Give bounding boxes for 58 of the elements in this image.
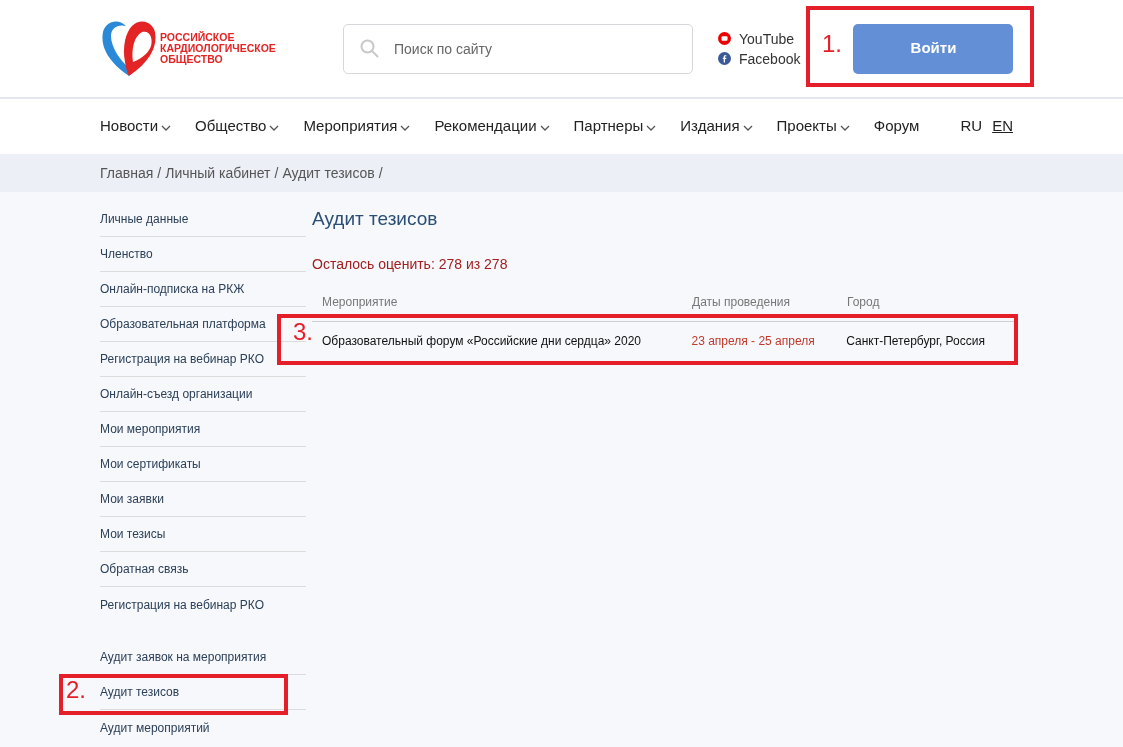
nav-item[interactable]: Мероприятия [303,115,411,138]
search-icon [360,38,379,58]
sidebar-item[interactable]: Личные данные [100,210,189,228]
social-link[interactable]: YouTube [718,29,801,48]
chevron-down-icon [839,125,850,131]
table-row[interactable]: Образовательный форум «Российские дни сердца» 2020 23 апреля - 25 апреля Санкт-Петербург, Россия [312,321,1016,362]
chevron-down-icon [646,125,657,131]
facebook-icon [718,52,731,65]
breadcrumb-separator: / [274,163,279,183]
sidebar-item[interactable]: Регистрация на вебинар РКО [100,350,264,368]
play-icon [718,32,731,45]
nav-item[interactable]: Общество [195,115,280,138]
nav-item[interactable]: Проекты [776,115,850,138]
sidebar-item[interactable]: Регистрация на вебинар РКО [100,595,264,614]
remaining-count: Осталось оценить: 278 из 278 [312,254,509,274]
nav-item[interactable]: Новости [100,115,172,138]
chevron-down-icon [400,125,411,131]
language-link[interactable]: RU [960,115,983,138]
breadcrumb-separator: / [378,163,383,183]
sidebar-item[interactable]: Аудит тезисов [100,683,180,701]
chevron-down-icon [269,125,280,131]
annotation-number: 3. [293,318,313,346]
nav-item[interactable]: Рекомендации [434,115,550,138]
sidebar-item[interactable]: Мои заявки [100,490,164,508]
breadcrumb-link[interactable]: Аудит тезисов [282,162,375,184]
sidebar-item[interactable]: Мои тезисы [100,525,166,543]
table-cell-text: Санкт-Петербург, Россия [846,333,986,350]
page-title: Аудит тезисов [312,207,439,231]
social-link[interactable]: Facebook [718,49,801,68]
chevron-down-icon [742,125,753,131]
sidebar-item[interactable]: Обратная связь [100,560,189,578]
sidebar-item[interactable]: Аудит заявок на мероприятия [100,648,267,666]
chevron-down-icon [539,125,550,131]
breadcrumb-separator: / [157,163,162,183]
table-cell-text: Образовательный форум «Российские дни сердца» 2020 [322,333,642,350]
sidebar-item[interactable]: Мои мероприятия [100,420,201,438]
annotation-number: 1. [822,30,842,58]
column-header: Даты проведения [692,293,791,311]
sidebar-item[interactable]: Членство [100,245,153,263]
column-header: Мероприятие [322,293,399,311]
nav-item[interactable]: Партнеры [573,115,657,138]
nav-item[interactable]: Форум [873,115,920,138]
sidebar-item[interactable]: Мои сертификаты [100,455,201,473]
breadcrumb-link[interactable]: Личный кабинет [165,162,271,184]
column-header: Город [847,293,881,311]
sidebar-item[interactable]: Онлайн-съезд организации [100,385,253,403]
annotation-number: 2. [66,676,86,704]
sidebar-item[interactable]: Образовательная платформа [100,315,266,333]
nav-item[interactable]: Издания [680,115,753,138]
sidebar-item[interactable]: Онлайн-подписка на РКЖ [100,280,245,298]
language-link[interactable]: EN [992,115,1013,138]
table-cell-text: 23 апреля - 25 апреля [691,333,816,350]
search-field[interactable]: Поиск по сайту [343,23,693,74]
chevron-down-icon [161,125,172,131]
logo[interactable]: РОССИЙСКОЕ КАРДИОЛОГИЧЕСКОЕ ОБЩЕСТВО [100,11,343,86]
breadcrumb-link[interactable]: Главная [100,162,154,184]
sidebar-item[interactable]: Аудит мероприятий [100,718,210,737]
logo-text: РОССИЙСКОЕ КАРДИОЛОГИЧЕСКОЕ ОБЩЕСТВО [160,32,276,65]
